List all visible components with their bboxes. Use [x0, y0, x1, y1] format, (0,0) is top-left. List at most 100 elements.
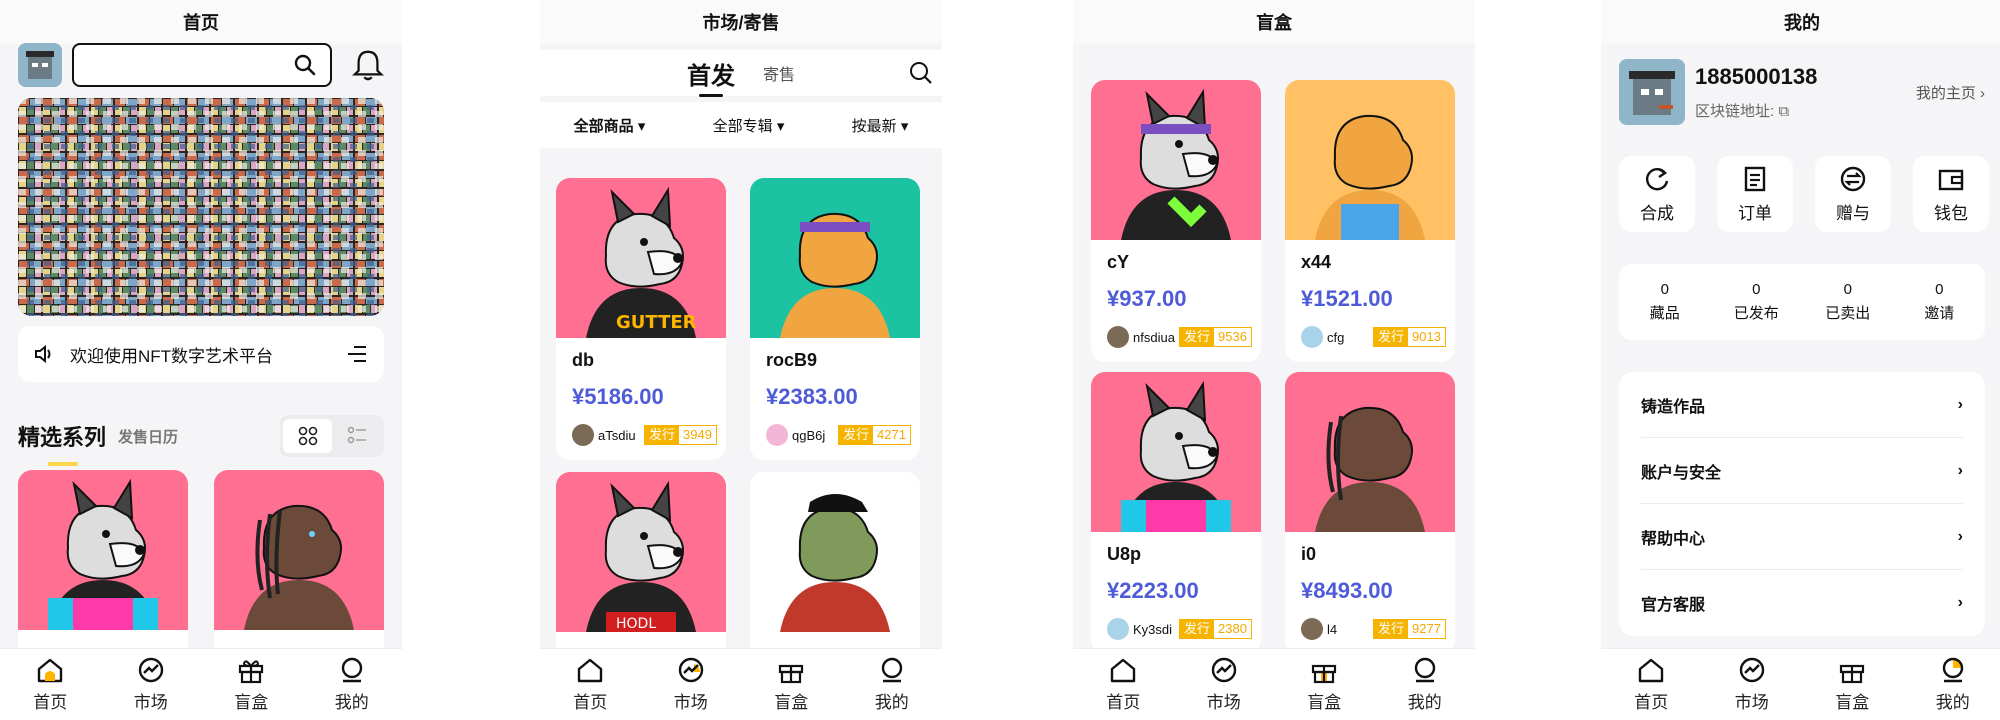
- menu-label: 账户与安全: [1641, 464, 1722, 482]
- stat-collections[interactable]: 0 藏品: [1619, 281, 1711, 323]
- search-icon: [294, 54, 316, 76]
- menu-mint-works[interactable]: 铸造作品 ›: [1641, 372, 1963, 438]
- tab-resale[interactable]: 寄售: [763, 61, 795, 85]
- filter-sort-latest[interactable]: 按最新 ▾: [852, 115, 909, 136]
- home-icon: [1639, 658, 1664, 683]
- nav-home[interactable]: 首页: [540, 649, 641, 720]
- section-title[interactable]: 精选系列: [18, 420, 106, 466]
- market-icon: [1211, 657, 1236, 683]
- chevron-right-icon: ›: [1980, 84, 1985, 102]
- avatar[interactable]: [1619, 59, 1685, 125]
- bell-icon[interactable]: [352, 47, 384, 83]
- grid-view-button[interactable]: [283, 419, 332, 453]
- issue-badge: 发行 3949: [644, 425, 717, 445]
- stat-number: 0: [1660, 281, 1669, 298]
- nav-label: 盲盒: [774, 693, 809, 712]
- nav-label: 首页: [33, 693, 68, 712]
- nav-label: 我的: [1935, 693, 1970, 712]
- nft-card[interactable]: GUTTER db ¥5186.00 aTsdiu 发行 3949: [556, 178, 726, 460]
- menu-customer-service[interactable]: 官方客服 ›: [1641, 570, 1963, 636]
- avatar[interactable]: [18, 43, 62, 87]
- nav-label: 盲盒: [234, 693, 269, 712]
- profile-screen: 我的 1885000138 区块链地址: ⧉ 我的主页 › 合成 订单 赠与 钱…: [1601, 0, 2000, 720]
- search-icon[interactable]: [908, 60, 934, 86]
- announcement-bar[interactable]: 欢迎使用NFT数字艺术平台: [18, 326, 384, 382]
- blindbox-card[interactable]: i0 ¥8493.00 l4 发行 9277: [1285, 372, 1455, 654]
- issue-label: 发行: [1180, 620, 1215, 638]
- creator-avatar: [1107, 618, 1129, 640]
- filter-bar: 全部商品 ▾ 全部专辑 ▾ 按最新 ▾: [540, 102, 942, 148]
- issue-label: 发行: [645, 426, 680, 444]
- wallet-icon: [1938, 169, 1964, 190]
- stat-sold[interactable]: 0 已卖出: [1802, 281, 1894, 323]
- creator-avatar: [1301, 326, 1323, 348]
- nav-mine[interactable]: 我的: [842, 649, 943, 720]
- issue-count: 3949: [683, 427, 712, 442]
- blindbox-screen: 盲盒 cY ¥937.00 nfsdiua 发行 9536 x44 ¥1521.00…: [1073, 0, 1475, 720]
- banner-image[interactable]: [18, 98, 384, 316]
- release-calendar-tab[interactable]: 发售日历: [118, 426, 178, 447]
- nav-mine[interactable]: 我的: [302, 649, 403, 720]
- synthesize-button[interactable]: 合成: [1619, 156, 1695, 232]
- stat-number: 0: [1752, 281, 1761, 298]
- nft-price: ¥8493.00: [1301, 578, 1393, 603]
- gift-icon: [779, 664, 804, 684]
- nav-market[interactable]: 市场: [641, 649, 742, 720]
- nft-card[interactable]: rocB9 ¥2383.00 qgB6j 发行 4271: [750, 178, 920, 460]
- list-view-button[interactable]: [332, 419, 381, 453]
- my-homepage-label: 我的主页: [1915, 84, 1976, 102]
- phone-number: 1885000138: [1695, 63, 1818, 89]
- wallet-button[interactable]: 钱包: [1913, 156, 1989, 232]
- nav-market[interactable]: 市场: [1702, 649, 1803, 720]
- user-icon: [881, 657, 902, 683]
- page-title: 首页: [0, 0, 402, 44]
- gift-button[interactable]: 赠与: [1815, 156, 1891, 232]
- menu-label: 帮助中心: [1641, 530, 1706, 548]
- quick-label: 钱包: [1934, 203, 1968, 223]
- nav-label: 市场: [1734, 693, 1769, 712]
- nav-market[interactable]: 市场: [1174, 649, 1275, 720]
- nav-home[interactable]: 首页: [0, 649, 101, 720]
- blindbox-card[interactable]: x44 ¥1521.00 cfg 发行 9013: [1285, 80, 1455, 362]
- issue-badge: 发行 4271: [838, 425, 911, 445]
- nav-blindbox[interactable]: 盲盒: [1274, 649, 1375, 720]
- blindbox-card[interactable]: U8p ¥2223.00 Ky3sdi 发行 2380: [1091, 372, 1261, 654]
- nav-home[interactable]: 首页: [1073, 649, 1174, 720]
- bottom-nav: 首页 市场 盲盒 我的: [0, 648, 402, 720]
- nft-artwork: [1091, 372, 1261, 532]
- stat-published[interactable]: 0 已发布: [1711, 281, 1803, 323]
- menu-account-security[interactable]: 账户与安全 ›: [1641, 438, 1963, 504]
- filter-all-items[interactable]: 全部商品 ▾: [574, 115, 646, 136]
- filter-all-albums[interactable]: 全部专辑 ▾: [713, 115, 785, 136]
- issue-badge: 发行 9013: [1373, 327, 1446, 347]
- filter-label: 全部商品: [573, 117, 634, 135]
- issue-badge: 发行 9277: [1373, 619, 1446, 639]
- menu-help-center[interactable]: 帮助中心 ›: [1641, 504, 1963, 570]
- profile-info: 1885000138 区块链地址: ⧉: [1695, 64, 1817, 121]
- nav-home[interactable]: 首页: [1601, 649, 1702, 720]
- stat-label: 藏品: [1649, 305, 1680, 322]
- search-input[interactable]: [72, 43, 332, 87]
- tab-first-release[interactable]: 首发: [687, 56, 735, 97]
- my-homepage-link[interactable]: 我的主页 ›: [1916, 82, 1985, 103]
- quick-label: 赠与: [1836, 203, 1870, 223]
- chain-address[interactable]: 区块链地址: ⧉: [1695, 100, 1817, 121]
- menu-lines-icon[interactable]: [346, 345, 368, 363]
- menu-label: 铸造作品: [1641, 398, 1706, 416]
- blindbox-card[interactable]: cY ¥937.00 nfsdiua 发行 9536: [1091, 80, 1261, 362]
- stat-invites[interactable]: 0 邀请: [1894, 281, 1986, 323]
- nav-mine[interactable]: 我的: [1375, 649, 1476, 720]
- grid-icon: [298, 426, 317, 446]
- nav-mine[interactable]: 我的: [1903, 649, 2000, 720]
- nav-blindbox[interactable]: 盲盒: [1802, 649, 1903, 720]
- nav-market[interactable]: 市场: [101, 649, 202, 720]
- nav-blindbox[interactable]: 盲盒: [201, 649, 302, 720]
- bottom-nav: 首页 市场 盲盒 我的: [1601, 648, 2000, 720]
- nav-blindbox[interactable]: 盲盒: [741, 649, 842, 720]
- market-icon: [138, 657, 163, 683]
- issue-label: 发行: [839, 426, 874, 444]
- nft-meta: Ky3sdi 发行 2380: [1107, 618, 1253, 640]
- issue-badge: 发行 2380: [1179, 619, 1252, 639]
- orders-button[interactable]: 订单: [1717, 156, 1793, 232]
- nav-label: 盲盒: [1835, 693, 1870, 712]
